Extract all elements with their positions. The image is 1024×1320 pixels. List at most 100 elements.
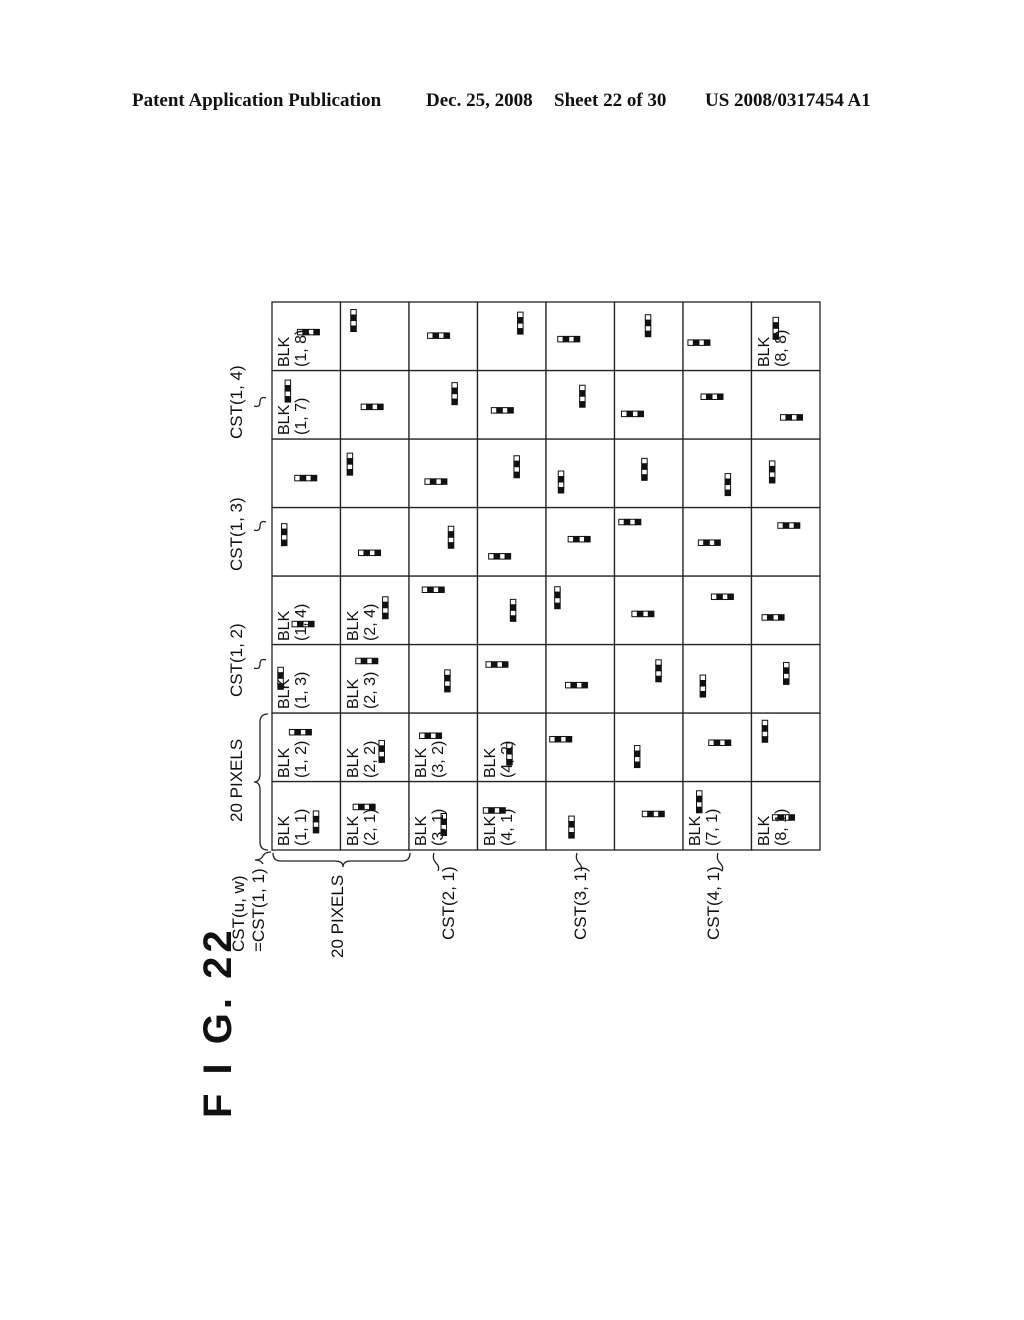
marker-pixel: [346, 458, 354, 465]
marker-pixel: [652, 810, 660, 818]
marker-pixel: [485, 661, 492, 668]
marker-pixel: [360, 657, 368, 665]
block-grid-figure: [253, 301, 821, 872]
block-cell-6-6: [613, 438, 684, 509]
block-cell-4-6: [476, 438, 547, 509]
block-cell-3-3: [408, 643, 479, 714]
marker-pixel: [724, 489, 732, 497]
pixel-marker-2-4: [382, 596, 389, 620]
block-cell-3-7: [408, 369, 479, 440]
marker-pixel: [312, 810, 320, 817]
marker-pixel: [496, 407, 503, 414]
pixel-marker-5-1: [568, 815, 575, 839]
marker-pixel: [772, 316, 780, 324]
marker-pixel: [451, 398, 458, 406]
block-label-prefix: BLK: [276, 610, 293, 641]
marker-pixel: [490, 661, 498, 668]
pixel-marker-8-4: [761, 614, 785, 621]
pixel-marker-6-7: [620, 410, 644, 418]
block-cell-8-5: [750, 506, 821, 577]
marker-pixel: [435, 732, 443, 739]
block-cell-3-6: [408, 438, 479, 509]
marker-pixel: [716, 393, 724, 400]
marker-pixel: [716, 593, 723, 601]
marker-pixel: [501, 661, 509, 668]
block-label-index: (1, 8): [293, 329, 310, 367]
marker-pixel: [549, 735, 556, 743]
marker-pixel: [554, 597, 561, 604]
block-label-prefix: BLK: [276, 747, 293, 778]
block-cell-5-8: [545, 301, 616, 372]
block-label-index: (2, 1): [361, 808, 379, 846]
marker-pixel: [777, 522, 784, 529]
block-label-index: (1, 7): [293, 397, 310, 435]
marker-pixel: [642, 610, 649, 618]
marker-pixel: [557, 475, 565, 483]
block-label-index: (1, 1): [293, 808, 310, 846]
marker-pixel: [783, 667, 790, 674]
marker-pixel: [711, 393, 718, 400]
marker-pixel: [724, 478, 732, 486]
marker-pixel: [355, 657, 362, 665]
block-label-prefix: BLK: [413, 747, 430, 778]
marker-pixel: [779, 414, 787, 421]
pixel-marker-4-3: [485, 661, 509, 668]
pixel-marker-2-3: [355, 657, 379, 665]
block-cell-6-2: [613, 712, 684, 783]
marker-pixel: [444, 680, 451, 687]
marker-pixel: [655, 664, 662, 672]
block-cell-6-4: [613, 575, 684, 646]
marker-pixel: [768, 471, 776, 478]
block-label-index: (8, 8): [772, 329, 790, 367]
marker-pixel: [687, 339, 694, 346]
marker-pixel: [447, 531, 455, 538]
marker-pixel: [647, 610, 655, 618]
block-label-prefix: BLK: [344, 678, 362, 709]
marker-pixel: [695, 801, 703, 808]
marker-pixel: [288, 728, 296, 736]
marker-pixel: [581, 681, 588, 689]
marker-pixel: [695, 790, 703, 797]
marker-pixel: [783, 661, 790, 669]
marker-pixel: [708, 539, 716, 546]
marker-pixel: [438, 332, 445, 339]
brace-20-pixels-vertical: [253, 713, 269, 851]
marker-pixel: [641, 810, 649, 818]
block-cell-8-4: [750, 575, 821, 646]
marker-pixel: [573, 335, 581, 343]
brace-cst-1-1: [254, 851, 272, 865]
marker-pixel: [560, 735, 567, 743]
block-cell-3-5: [408, 506, 479, 577]
marker-pixel: [447, 536, 455, 544]
marker-pixel: [443, 332, 451, 339]
block-label-index: (7, 1): [704, 808, 721, 846]
marker-pixel: [280, 534, 288, 541]
marker-pixel: [284, 390, 292, 398]
marker-pixel: [714, 539, 721, 546]
marker-pixel: [440, 478, 448, 485]
block-cell-4-5: [476, 506, 547, 577]
marker-pixel: [636, 610, 644, 618]
marker-pixel: [350, 320, 357, 327]
pixel-marker-6-1: [641, 810, 665, 818]
pixel-marker-2-6: [346, 452, 354, 476]
marker-pixel: [788, 522, 795, 529]
marker-pixel: [284, 385, 292, 392]
marker-pixel: [710, 593, 718, 601]
marker-pixel: [435, 478, 442, 485]
pixel-marker-7-2: [708, 739, 732, 746]
block-label-1-4: BLK (1, 4): [276, 603, 310, 640]
pixel-marker-7-7: [700, 393, 724, 400]
marker-pixel: [768, 476, 776, 484]
marker-pixel: [284, 379, 292, 387]
pixel-marker-7-5: [697, 539, 721, 546]
pixel-marker-7-3: [699, 674, 707, 698]
brace-20-pixels-horizontal: [272, 852, 411, 868]
marker-pixel: [793, 522, 801, 529]
marker-pixel: [421, 586, 429, 594]
marker-pixel: [573, 535, 580, 543]
marker-pixel: [430, 732, 437, 739]
marker-pixel: [382, 601, 389, 609]
pixel-marker-4-5: [488, 553, 512, 560]
block-label-4-1: BLK (4, 1): [482, 809, 516, 846]
